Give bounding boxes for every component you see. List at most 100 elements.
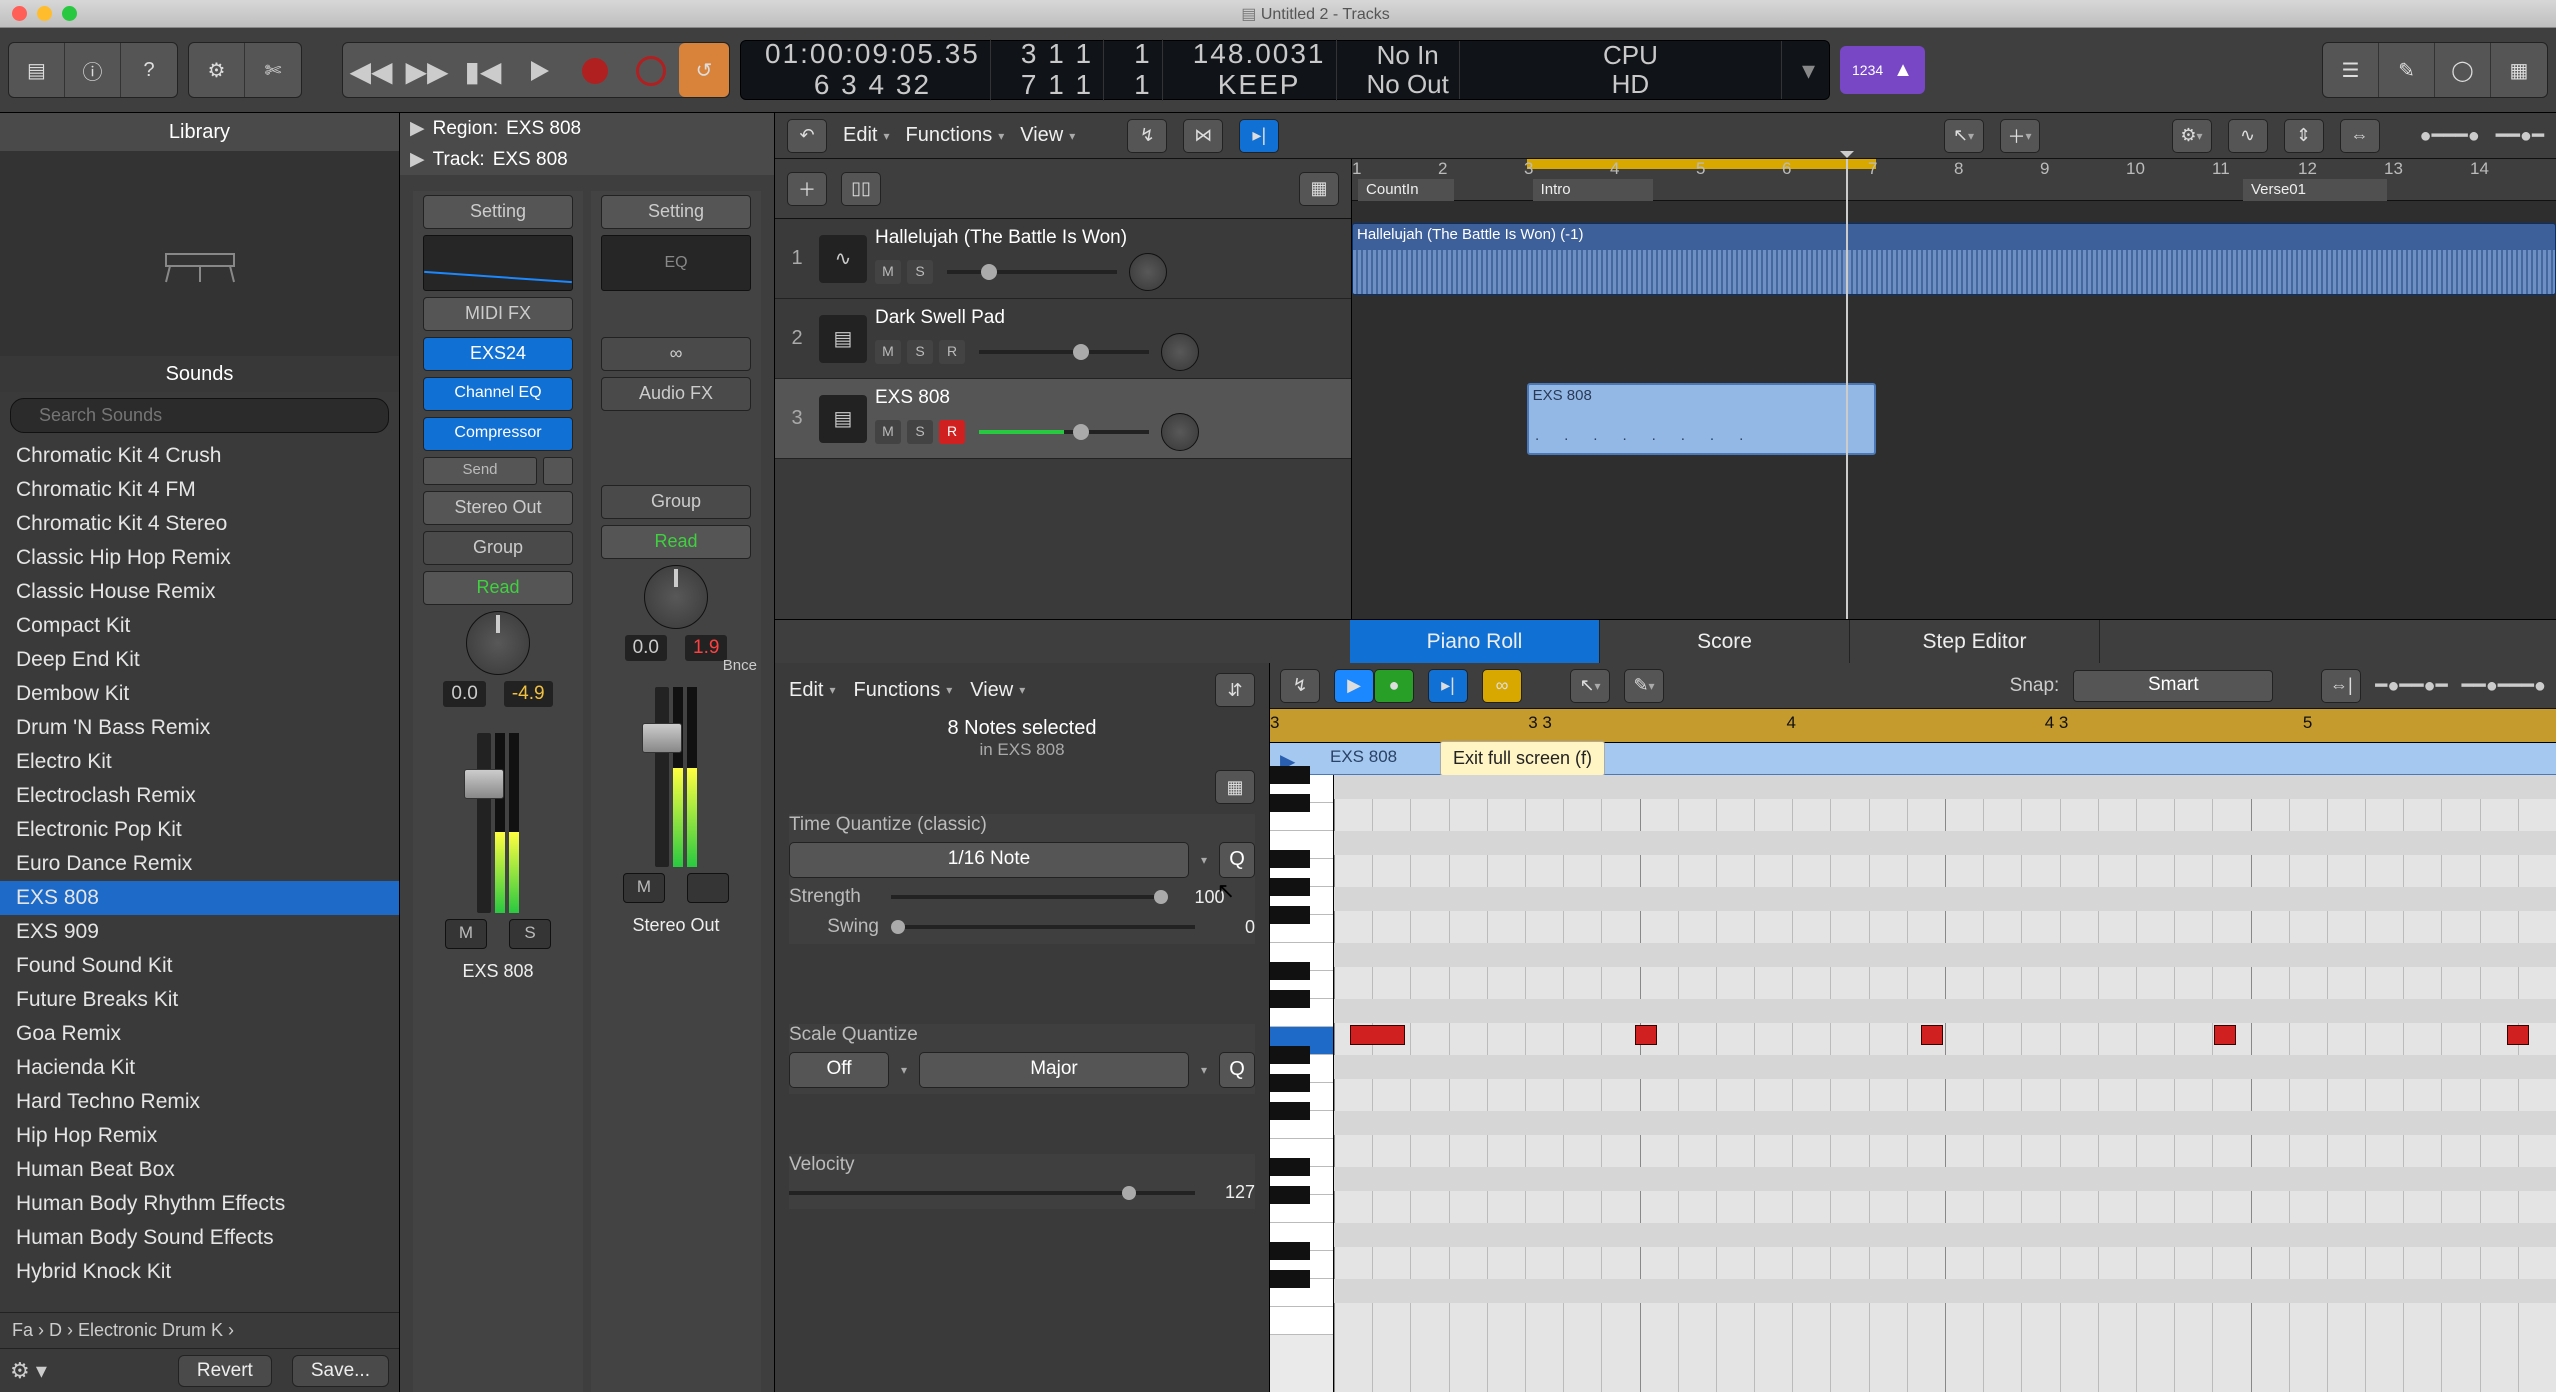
library-breadcrumb[interactable]: Fa › D › Electronic Drum K › <box>0 1312 399 1348</box>
piano-roll-grid[interactable] <box>1334 775 2556 1392</box>
mute-button[interactable]: M <box>875 260 901 284</box>
library-toggle-icon[interactable]: ▤ <box>9 43 65 97</box>
link-slot[interactable]: ∞ <box>601 337 751 371</box>
capture-record-button[interactable] <box>623 43 679 99</box>
editor-edit-menu[interactable]: Edit▾ <box>789 679 836 702</box>
track-volume-slider[interactable] <box>947 270 1117 274</box>
automation-mode[interactable]: Read <box>601 525 751 559</box>
time-quantize-select[interactable]: 1/16 Note <box>789 842 1189 878</box>
fader[interactable] <box>423 713 573 913</box>
scale-onoff-select[interactable]: Off <box>789 1052 889 1088</box>
solo-button[interactable]: S <box>907 420 933 444</box>
mute-button[interactable]: M <box>445 919 487 949</box>
group-slot[interactable]: Group <box>601 485 751 519</box>
track-pan-knob[interactable] <box>1161 413 1199 451</box>
sound-list-item[interactable]: Goa Remix <box>0 1017 399 1051</box>
arrange-grid[interactable]: Hallelujah (The Battle Is Won) (-1) EXS 8… <box>1352 219 2556 619</box>
midi-note[interactable] <box>2214 1025 2236 1045</box>
mixer-icon[interactable]: ⚙ <box>189 43 245 97</box>
horizontal-zoom-icon[interactable]: ⇔ <box>2340 119 2380 153</box>
editor-panel-toggle-icon[interactable]: ▦ <box>1215 770 1255 804</box>
inspector-toggle-icon[interactable]: ⓘ <box>65 43 121 97</box>
add-track-button[interactable]: ＋ <box>787 172 827 206</box>
sound-list-item[interactable]: Hip Hop Remix <box>0 1119 399 1153</box>
strength-slider[interactable] <box>891 895 1165 899</box>
zoom-window-icon[interactable] <box>62 6 77 21</box>
setting-slot[interactable]: Setting <box>423 195 573 229</box>
help-icon[interactable]: ? <box>121 43 177 97</box>
midi-out-icon[interactable]: ● <box>1374 669 1414 703</box>
catch-icon[interactable]: ▸| <box>1428 669 1468 703</box>
list-editors-icon[interactable]: ☰ <box>2323 43 2379 97</box>
piano-black-key[interactable] <box>1270 766 1310 784</box>
sound-list-item[interactable]: Dembow Kit <box>0 677 399 711</box>
output-slot[interactable]: Stereo Out <box>423 491 573 525</box>
snap-select[interactable]: Smart <box>2073 670 2273 702</box>
piano-black-key[interactable] <box>1270 1074 1310 1092</box>
sound-list-item[interactable]: Chromatic Kit 4 Stereo <box>0 507 399 541</box>
track-header[interactable]: 3 ▤ EXS 808 M S R <box>775 379 1351 459</box>
record-button[interactable] <box>567 43 623 99</box>
sound-list-item[interactable]: Electro Kit <box>0 745 399 779</box>
search-sounds-input[interactable] <box>10 398 389 433</box>
sound-list-item[interactable]: Chromatic Kit 4 Crush <box>0 439 399 473</box>
piano-black-key[interactable] <box>1270 1046 1310 1064</box>
tracks-edit-menu[interactable]: Edit▾ <box>843 124 890 147</box>
piano-key[interactable] <box>1270 1307 1333 1335</box>
lcd-display[interactable]: 01:00:09:05.35 6 3 4 32 3 1 1 7 1 1 1 1 … <box>740 40 1830 100</box>
sound-list-item[interactable]: Found Sound Kit <box>0 949 399 983</box>
go-to-start-button[interactable]: ▮◀ <box>455 43 511 99</box>
collapse-icon[interactable]: ⇵ <box>1215 673 1255 707</box>
sound-list-item[interactable]: Hybrid Knock Kit <box>0 1255 399 1289</box>
inspector-region-row[interactable]: ▶ Region: EXS 808 <box>400 113 774 144</box>
scale-type-select[interactable]: Major <box>919 1052 1189 1088</box>
piano-black-key[interactable] <box>1270 1270 1310 1288</box>
piano-black-key[interactable] <box>1270 850 1310 868</box>
arrangement-marker[interactable]: CountIn <box>1358 179 1454 201</box>
track-pan-knob[interactable] <box>1129 253 1167 291</box>
track-header[interactable]: 1 ∿ Hallelujah (The Battle Is Won) M S <box>775 219 1351 299</box>
sound-list-item[interactable]: Classic Hip Hop Remix <box>0 541 399 575</box>
piano-black-key[interactable] <box>1270 990 1310 1008</box>
zoom-slider-v[interactable]: ━━●━ <box>2496 123 2544 148</box>
loop-browser-icon[interactable]: ◯ <box>2435 43 2491 97</box>
quantize-button[interactable]: Q <box>1219 842 1255 878</box>
instrument-slot[interactable]: EXS24 <box>423 337 573 371</box>
editor-functions-menu[interactable]: Functions▾ <box>854 679 953 702</box>
piano-black-key[interactable] <box>1270 1242 1310 1260</box>
arrangement-marker[interactable]: Verse01 <box>2243 179 2387 201</box>
sound-list-item[interactable]: Human Body Sound Effects <box>0 1221 399 1255</box>
midi-note[interactable] <box>2507 1025 2529 1045</box>
solo-button[interactable] <box>687 873 729 903</box>
count-in-box[interactable]: 1234 ▲ <box>1840 46 1925 94</box>
pan-knob[interactable] <box>644 565 708 629</box>
midi-in-icon[interactable]: ▶ <box>1334 669 1374 703</box>
flex-icon[interactable]: ⋈ <box>1183 119 1223 153</box>
minimize-window-icon[interactable] <box>37 6 52 21</box>
lcd-dropdown-icon[interactable]: ▾ <box>1802 55 1815 86</box>
eq-thumbnail[interactable] <box>423 235 573 291</box>
midi-note[interactable] <box>1350 1025 1405 1045</box>
region[interactable]: Hallelujah (The Battle Is Won) (-1) <box>1352 223 2556 295</box>
channel-eq-slot[interactable]: Channel EQ <box>423 377 573 411</box>
send-knob[interactable] <box>543 457 573 485</box>
sound-list-item[interactable]: Chromatic Kit 4 FM <box>0 473 399 507</box>
revert-button[interactable]: Revert <box>178 1355 272 1387</box>
record-enable-button[interactable]: R <box>939 340 965 364</box>
track-icon[interactable]: ▤ <box>819 395 867 443</box>
sound-list-item[interactable]: Electroclash Remix <box>0 779 399 813</box>
midi-note[interactable] <box>1921 1025 1943 1045</box>
track-header[interactable]: 2 ▤ Dark Swell Pad M S R <box>775 299 1351 379</box>
sound-list-item[interactable]: Human Body Rhythm Effects <box>0 1187 399 1221</box>
sound-list-item[interactable]: Future Breaks Kit <box>0 983 399 1017</box>
close-window-icon[interactable] <box>12 6 27 21</box>
piano-roll-keys[interactable]: C1 <box>1270 775 1334 1392</box>
automation-mode[interactable]: Read <box>423 571 573 605</box>
setting-slot[interactable]: Setting <box>601 195 751 229</box>
sound-list-item[interactable]: Deep End Kit <box>0 643 399 677</box>
tracks-view-menu[interactable]: View▾ <box>1020 124 1075 147</box>
solo-button[interactable]: S <box>907 260 933 284</box>
region[interactable]: EXS 808· · · · · · · · <box>1527 383 1876 455</box>
sound-list[interactable]: Chromatic Kit 4 CrushChromatic Kit 4 FMC… <box>0 439 399 1312</box>
mute-button[interactable]: M <box>875 420 901 444</box>
